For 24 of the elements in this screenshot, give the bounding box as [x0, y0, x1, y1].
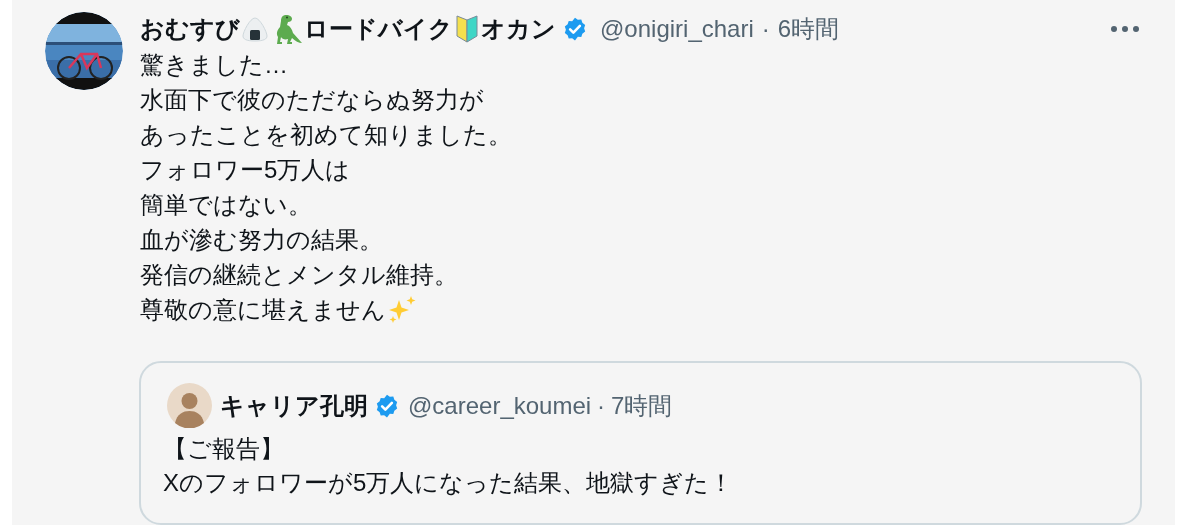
post-text-line: 水面下で彼のただならぬ努力が — [140, 85, 484, 115]
author-name[interactable]: おむすび — [140, 11, 240, 47]
post-text-line: 発信の継続とメンタル維持。 — [140, 260, 458, 290]
quoted-post-card[interactable]: キャリア孔明 @career_koumei · 7時間 【ご報告】 Xのフォロワーが5万人になった結果、地獄すぎた！ — [139, 361, 1142, 525]
post-text-line: 尊敬の意に堪えません — [140, 295, 386, 325]
quoted-author-name[interactable]: キャリア孔明 — [220, 387, 368, 424]
quoted-author-handle[interactable]: @career_koumei — [408, 387, 592, 424]
quoted-text-line: Xのフォロワーが5万人になった結果、地獄すぎた！ — [163, 469, 734, 496]
post-text-line: 簡単ではない。 — [140, 190, 312, 220]
quoted-post-time[interactable]: 7時間 — [611, 387, 673, 424]
author-name[interactable]: オカン — [481, 11, 556, 47]
author-handle[interactable]: @onigiri_chari — [600, 11, 754, 47]
separator-dot: · — [761, 14, 770, 44]
avatar-icon — [167, 383, 212, 428]
post-text-line: 血が滲む努力の結果。 — [140, 225, 383, 255]
separator-dot: · — [597, 390, 606, 421]
more-icon[interactable] — [1110, 25, 1140, 33]
post-time[interactable]: 6時間 — [777, 11, 840, 47]
author-name[interactable]: ロードバイク — [304, 11, 453, 47]
post-text-line: 驚きました… — [140, 50, 288, 80]
quoted-text-line: 【ご報告】 — [163, 435, 284, 462]
post-text-line: あったことを初めて知りました。 — [140, 120, 512, 150]
post-text-line: フォロワー5万人は — [140, 155, 351, 185]
beginner-mark-icon — [455, 14, 479, 44]
